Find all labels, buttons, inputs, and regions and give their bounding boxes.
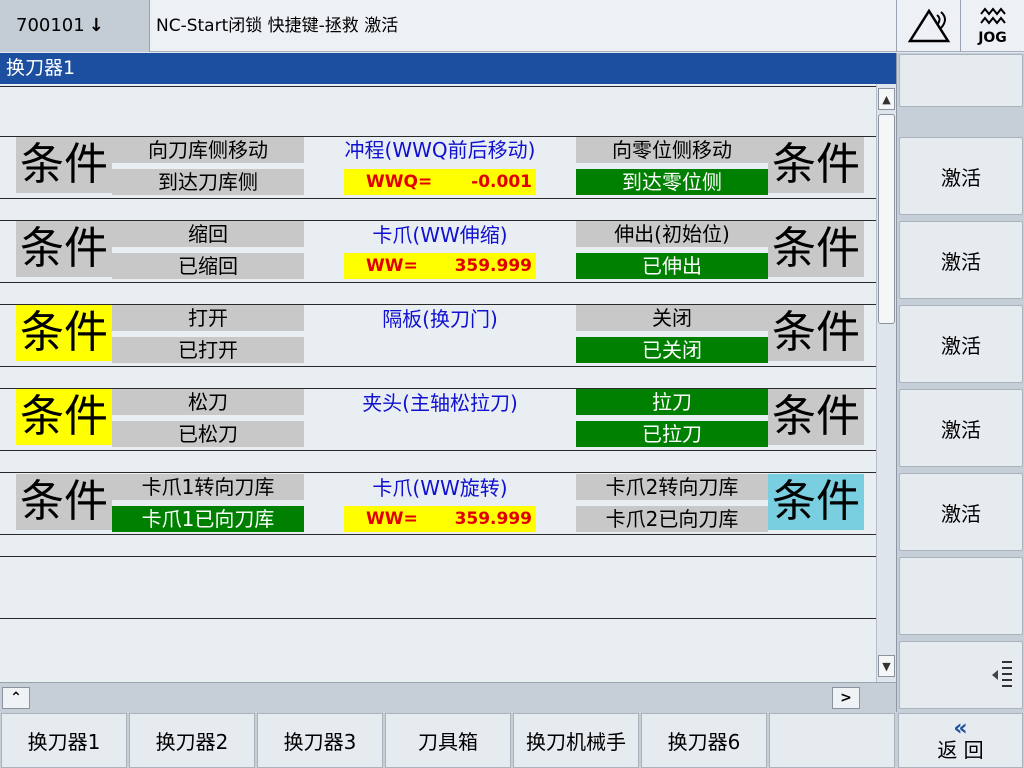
double-chevron-left-icon: « [953, 715, 968, 741]
list-extend-icon [992, 661, 1012, 687]
axis-title: 卡爪(WW旋转) [372, 476, 508, 500]
divider [0, 282, 876, 283]
scroll-down-button[interactable]: ▼ [878, 655, 895, 677]
divider [0, 556, 876, 557]
right-condition-indicator: 条件 [768, 305, 864, 361]
horizontal-scrollbar[interactable]: ⌃ > [0, 682, 896, 712]
right-condition-indicator: 条件 [768, 389, 864, 445]
divider [0, 366, 876, 367]
tab-tool-changer-1[interactable]: 换刀器1 [1, 713, 127, 768]
vertical-scrollbar[interactable]: ▲ ▼ [876, 84, 896, 682]
axis-name: WW= [366, 256, 418, 276]
main-panel: 条件 向刀库侧移动 到达刀库侧 冲程(WWQ前后移动) WWQ= -0.001 向… [0, 84, 876, 682]
right-condition-indicator: 条件 [768, 137, 864, 193]
softkey-v7[interactable] [899, 557, 1023, 635]
left-status: 到达刀库侧 [112, 169, 304, 195]
left-command-button[interactable]: 松刀 [112, 389, 304, 415]
back-button[interactable]: « 返 回 [898, 713, 1023, 768]
divider [0, 534, 876, 535]
mode-indicator: JOG [960, 0, 1024, 52]
right-status: 已关闭 [576, 337, 768, 363]
left-condition-indicator: 条件 [16, 389, 112, 445]
page-up-button[interactable]: ⌃ [2, 687, 30, 709]
down-arrow-icon: ↓ [88, 15, 104, 36]
mode-label: JOG [978, 30, 1007, 46]
right-command-button[interactable]: 拉刀 [576, 389, 768, 415]
hmi-screen: 700101 ↓ NC-Start闭锁 快捷键-拯救 激活 JOG 换刀器1 条… [0, 0, 1024, 768]
jog-icon [979, 7, 1006, 25]
divider [0, 472, 876, 473]
extend-button[interactable] [899, 641, 1023, 709]
page-title: 换刀器1 [0, 53, 896, 84]
chevron-down-icon: ▼ [882, 659, 891, 673]
chevron-up-icon: ⌃ [10, 690, 22, 706]
left-command-button[interactable]: 向刀库侧移动 [112, 137, 304, 163]
alarm-number: 700101 [16, 15, 85, 36]
back-label: 返 回 [937, 737, 984, 762]
axis-value: 359.999 [454, 509, 532, 529]
axis-name: WWQ= [366, 172, 433, 192]
right-status: 已伸出 [576, 253, 768, 279]
tab-tool-changer-2[interactable]: 换刀器2 [129, 713, 255, 768]
axis-title: 夹头(主轴松拉刀) [362, 391, 518, 415]
alarm-text: NC-Start闭锁 快捷键-拯救 激活 [156, 16, 399, 36]
axis-value: -0.001 [471, 172, 532, 192]
chevron-right-icon: > [840, 690, 852, 706]
right-status: 已拉刀 [576, 421, 768, 447]
right-command-button[interactable]: 关闭 [576, 305, 768, 331]
right-command-button[interactable]: 向零位侧移动 [576, 137, 768, 163]
right-command-button[interactable]: 伸出(初始位) [576, 221, 768, 247]
left-status: 已松刀 [112, 421, 304, 447]
scroll-right-button[interactable]: > [832, 687, 860, 709]
tab-tool-box[interactable]: 刀具箱 [385, 713, 511, 768]
header-bar: 700101 ↓ NC-Start闭锁 快捷键-拯救 激活 JOG [0, 0, 1024, 52]
left-status: 已缩回 [112, 253, 304, 279]
left-status: 卡爪1已向刀库 [112, 506, 304, 532]
activate-button[interactable]: 激活 [899, 137, 1023, 215]
axis-title: 隔板(换刀门) [382, 307, 498, 331]
alarm-triangle-icon [907, 8, 950, 43]
scroll-thumb[interactable] [878, 114, 895, 324]
vertical-softkey-bar: 激活 激活 激活 激活 激活 [896, 53, 1024, 712]
horizontal-softkey-bar: 换刀器1 换刀器2 换刀器3 刀具箱 换刀机械手 换刀器6 « 返 回 [0, 712, 1024, 768]
tab-tool-changer-3[interactable]: 换刀器3 [257, 713, 383, 768]
left-command-button[interactable]: 打开 [112, 305, 304, 331]
left-status: 已打开 [112, 337, 304, 363]
left-command-button[interactable]: 卡爪1转向刀库 [112, 474, 304, 500]
chevron-up-icon: ▲ [882, 92, 891, 106]
axis-position-display: WWQ= -0.001 [344, 169, 536, 195]
activate-button[interactable]: 激活 [899, 221, 1023, 299]
right-condition-indicator: 条件 [768, 474, 864, 530]
tab-tool-change-arm[interactable]: 换刀机械手 [513, 713, 639, 768]
scroll-up-button[interactable]: ▲ [878, 88, 895, 110]
axis-title: 卡爪(WW伸缩) [372, 223, 508, 247]
activate-button[interactable]: 激活 [899, 473, 1023, 551]
left-condition-indicator: 条件 [16, 474, 112, 530]
alarm-number-box[interactable]: 700101 ↓ [0, 0, 150, 52]
left-command-button[interactable]: 缩回 [112, 221, 304, 247]
right-command-button[interactable]: 卡爪2转向刀库 [576, 474, 768, 500]
axis-position-display: WW= 359.999 [344, 253, 536, 279]
softkey-v1[interactable] [899, 54, 1023, 107]
alarm-status-button[interactable] [896, 0, 960, 52]
divider [0, 450, 876, 451]
axis-value: 359.999 [454, 256, 532, 276]
divider [0, 618, 876, 619]
activate-button[interactable]: 激活 [899, 305, 1023, 383]
right-status: 卡爪2已向刀库 [576, 506, 768, 532]
divider [0, 198, 876, 199]
right-status: 到达零位侧 [576, 169, 768, 195]
axis-title: 冲程(WWQ前后移动) [344, 138, 536, 162]
axis-name: WW= [366, 509, 418, 529]
left-condition-indicator: 条件 [16, 305, 112, 361]
activate-button[interactable]: 激活 [899, 389, 1023, 467]
divider [0, 86, 876, 87]
tab-tool-changer-6[interactable]: 换刀器6 [641, 713, 767, 768]
right-condition-indicator: 条件 [768, 221, 864, 277]
axis-position-display: WW= 359.999 [344, 506, 536, 532]
left-condition-indicator: 条件 [16, 221, 112, 277]
softkey-h7[interactable] [769, 713, 895, 768]
left-condition-indicator: 条件 [16, 137, 112, 193]
